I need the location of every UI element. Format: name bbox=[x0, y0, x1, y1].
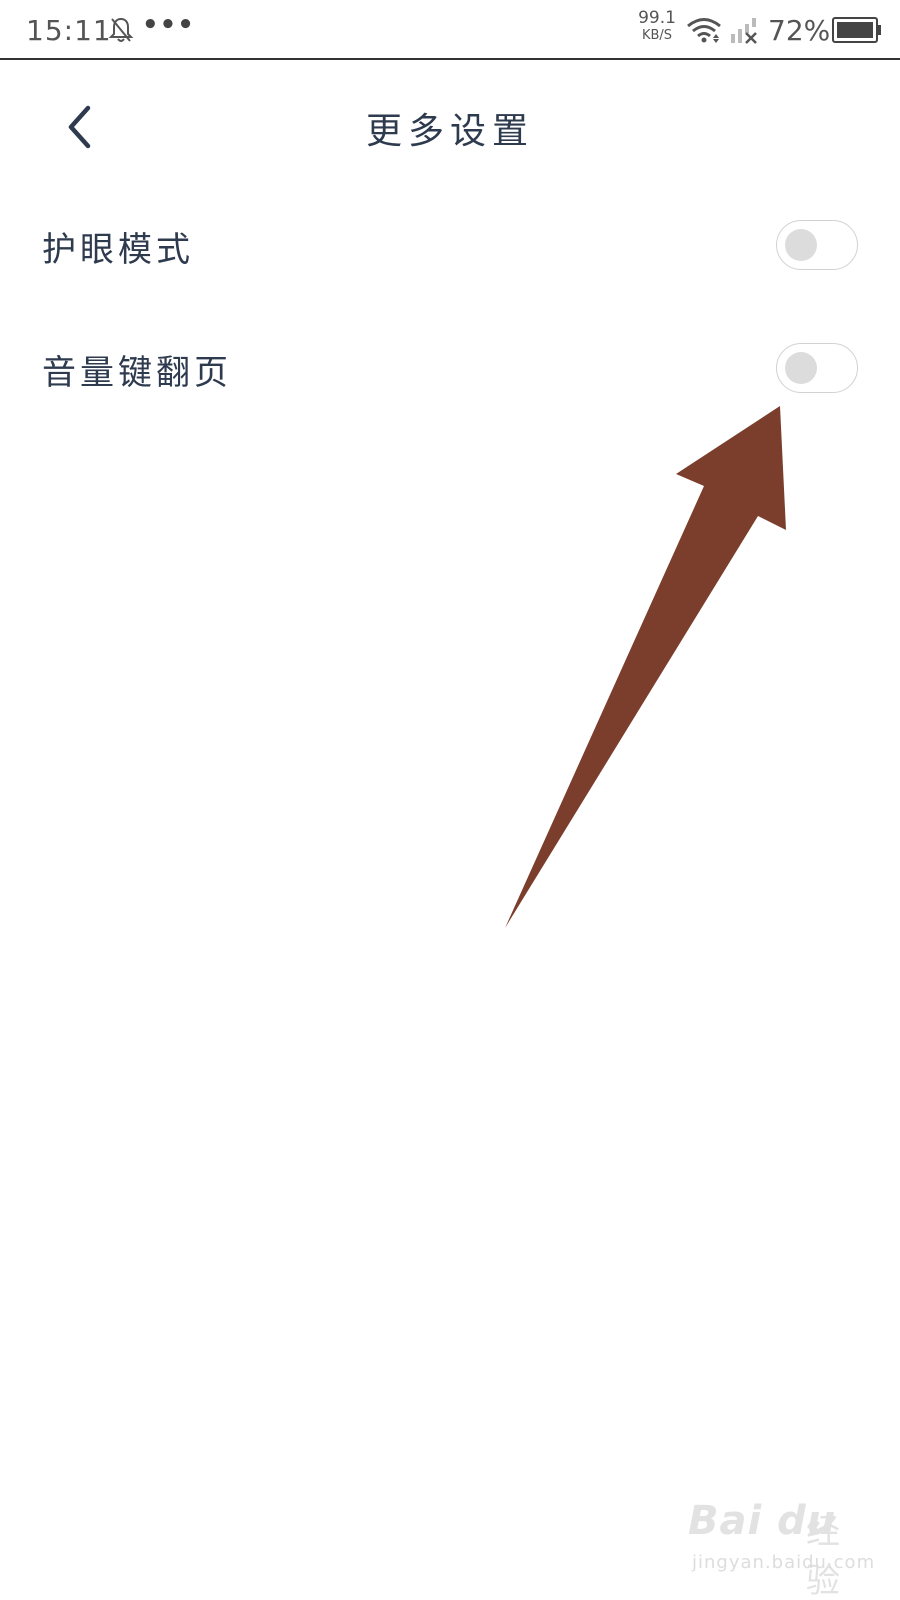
header: 更多设置 bbox=[0, 62, 900, 190]
battery-percent: 72% bbox=[768, 14, 831, 47]
network-speed-unit: KB/S bbox=[641, 28, 673, 43]
settings-page: 15:11 ••• 99.1 KB/S 72% 更多设置 护眼模式 音量键翻页 … bbox=[0, 0, 900, 1600]
baidu-jingyan-watermark: Bai du 经验 jingyan.baidu.com bbox=[688, 1498, 874, 1600]
network-speed-value: 99.1 bbox=[638, 8, 676, 28]
volume-key-page-turn-toggle[interactable] bbox=[776, 343, 858, 393]
status-time: 15:11 bbox=[26, 14, 112, 47]
annotation-arrow-shape bbox=[505, 406, 786, 928]
toggle-knob bbox=[785, 229, 817, 261]
network-speed: 99.1 KB/S bbox=[632, 8, 682, 43]
page-title: 更多设置 bbox=[365, 111, 534, 152]
wifi-icon bbox=[687, 18, 721, 43]
setting-label-volume-key-page-turn: 音量键翻页 bbox=[42, 353, 232, 393]
setting-row-volume-key-page-turn: 音量键翻页 bbox=[0, 323, 900, 413]
status-bar: 15:11 ••• 99.1 KB/S 72% bbox=[0, 0, 900, 60]
battery-icon bbox=[832, 17, 881, 43]
setting-row-eye-protection: 护眼模式 bbox=[0, 200, 900, 290]
watermark-url: jingyan.baidu.com bbox=[692, 1552, 876, 1573]
toggle-knob bbox=[785, 352, 817, 384]
notification-muted-icon bbox=[108, 17, 134, 42]
more-notifications-icon: ••• bbox=[142, 10, 195, 40]
eye-protection-toggle[interactable] bbox=[776, 220, 858, 270]
cellular-signal-icon bbox=[731, 18, 757, 44]
setting-label-eye-protection: 护眼模式 bbox=[42, 230, 194, 270]
